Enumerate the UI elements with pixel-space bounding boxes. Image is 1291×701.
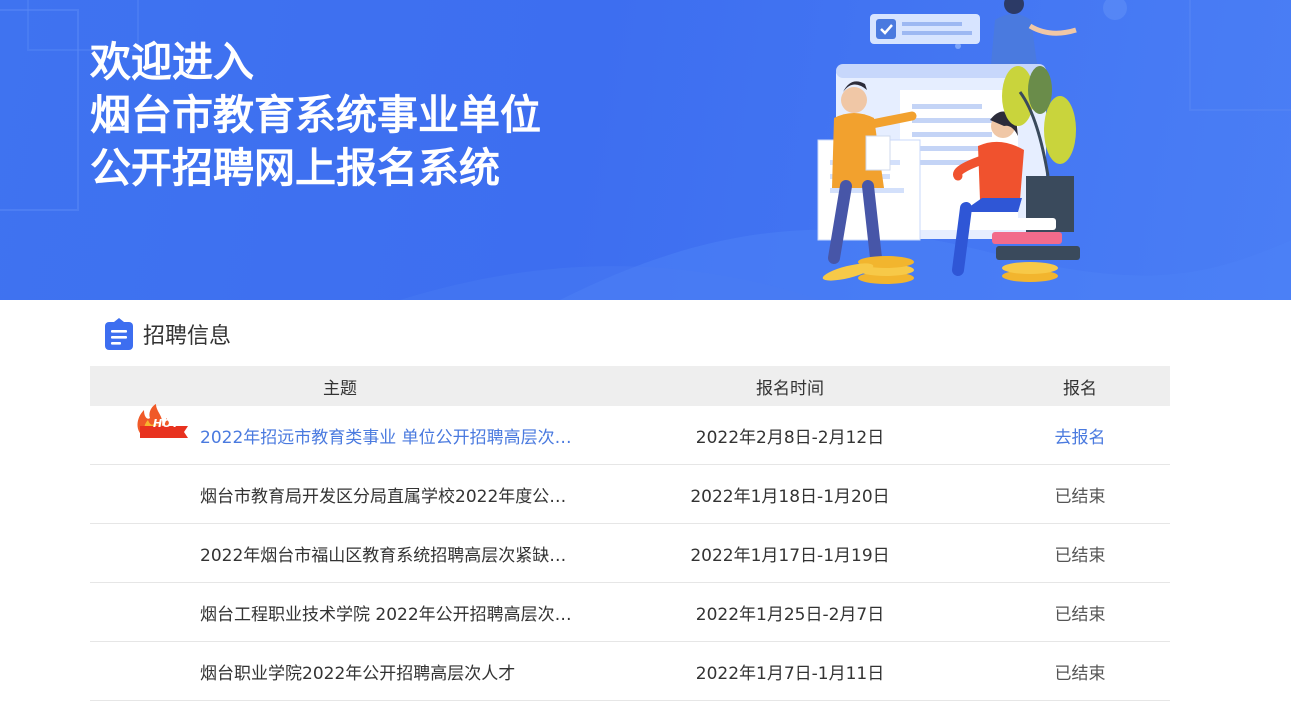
row-subject[interactable]: 烟台职业学院2022年公开招聘高层次人才 <box>200 659 574 684</box>
row-subject[interactable]: 烟台市教育局开发区分局直属学校2022年度公开招聘高层次人才 <box>200 482 574 507</box>
table-header: 主题 报名时间 报名 <box>90 366 1170 406</box>
row-time: 2022年2月8日-2月12日 <box>695 427 885 448</box>
row-subject-cell: 2022年烟台市福山区教育系统招聘高层次紧缺人才 <box>90 541 590 566</box>
table-row: 2022年烟台市福山区教育系统招聘高层次紧缺人才 2022年1月17日-1月19… <box>90 524 1170 583</box>
register-link[interactable]: 去报名 <box>1055 428 1106 448</box>
list-clipboard-icon <box>105 318 133 350</box>
row-action-cell: 已结束 <box>990 659 1170 684</box>
section-title: 招聘信息 <box>143 324 232 349</box>
row-action-cell: 去报名 <box>990 423 1170 448</box>
row-time: 2022年1月25日-2月7日 <box>695 604 885 625</box>
row-subject[interactable]: 2022年烟台市福山区教育系统招聘高层次紧缺人才 <box>200 541 574 566</box>
banner-title: 欢迎进入 烟台市教育系统事业单位 公开招聘网上报名系统 <box>90 36 541 195</box>
hero-banner: 欢迎进入 烟台市教育系统事业单位 公开招聘网上报名系统 <box>0 0 1291 300</box>
recruitment-table: 主题 报名时间 报名 HOT 2022年招远市教育类事业 单位公开招聘高层次人才… <box>90 366 1170 701</box>
row-subject-cell: 烟台市教育局开发区分局直属学校2022年度公开招聘高层次人才 <box>90 482 590 507</box>
hot-badge-label: HOT <box>153 416 180 430</box>
banner-title-line-3: 公开招聘网上报名系统 <box>90 144 500 192</box>
row-time: 2022年1月17日-1月19日 <box>690 545 890 566</box>
row-subject-link[interactable]: 2022年招远市教育类事业 单位公开招聘高层次人才 <box>200 423 574 448</box>
row-subject-cell: 烟台职业学院2022年公开招聘高层次人才 <box>90 659 590 684</box>
row-action-cell: 已结束 <box>990 482 1170 507</box>
row-time: 2022年1月18日-1月20日 <box>690 486 890 507</box>
table-row: 烟台市教育局开发区分局直属学校2022年度公开招聘高层次人才 2022年1月18… <box>90 465 1170 524</box>
row-time: 2022年1月7日-1月11日 <box>695 663 885 684</box>
table-row: 烟台工程职业技术学院 2022年公开招聘高层次人才 2022年1月25日-2月7… <box>90 583 1170 642</box>
row-subject[interactable]: 烟台工程职业技术学院 2022年公开招聘高层次人才 <box>200 600 574 625</box>
row-subject-cell: HOT 2022年招远市教育类事业 单位公开招聘高层次人才 <box>90 403 590 448</box>
row-subject-cell: 烟台工程职业技术学院 2022年公开招聘高层次人才 <box>90 600 590 625</box>
banner-title-line-1: 欢迎进入 <box>90 38 254 86</box>
table-row: HOT 2022年招远市教育类事业 单位公开招聘高层次人才 2022年2月8日-… <box>90 403 1170 465</box>
ended-status: 已结束 <box>1054 486 1106 507</box>
ended-status: 已结束 <box>1054 545 1106 566</box>
banner-title-line-2: 烟台市教育系统事业单位 <box>90 91 541 139</box>
ended-status: 已结束 <box>1054 604 1106 625</box>
header-subject: 主题 <box>323 378 357 399</box>
row-action-cell: 已结束 <box>990 600 1170 625</box>
table-row: 烟台职业学院2022年公开招聘高层次人才 2022年1月7日-1月11日 已结束 <box>90 642 1170 701</box>
recruitment-section-header: 招聘信息 <box>104 316 231 352</box>
header-action: 报名 <box>1063 378 1097 399</box>
row-action-cell: 已结束 <box>990 541 1170 566</box>
ended-status: 已结束 <box>1054 663 1106 684</box>
header-time: 报名时间 <box>756 378 824 399</box>
